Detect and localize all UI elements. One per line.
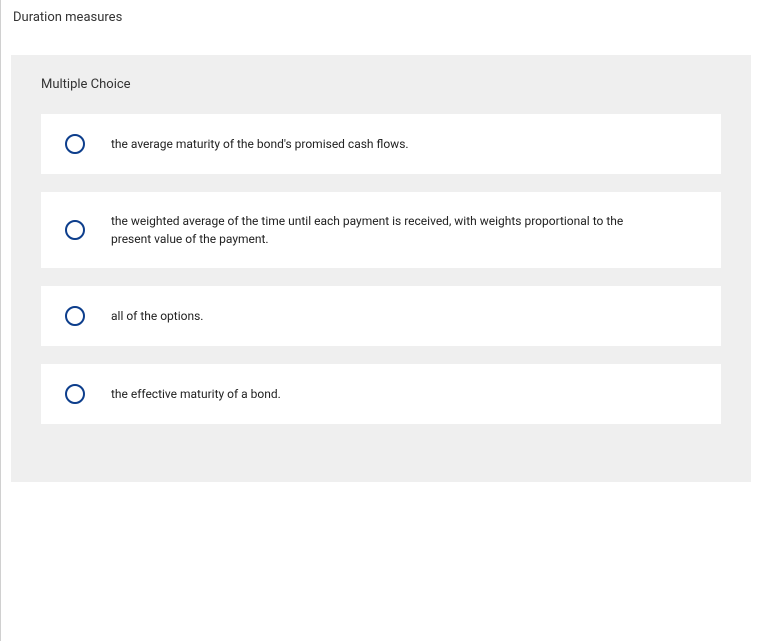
question-type-label: Multiple Choice xyxy=(11,55,751,114)
question-container: Duration measures Multiple Choice the av… xyxy=(1,0,762,482)
question-title: Duration measures xyxy=(11,10,762,25)
option-3[interactable]: all of the options. xyxy=(41,286,721,346)
radio-icon xyxy=(65,384,85,404)
radio-icon xyxy=(65,306,85,326)
multiple-choice-panel: Multiple Choice the average maturity of … xyxy=(11,55,751,482)
option-text: the weighted average of the time until e… xyxy=(111,212,641,248)
option-4[interactable]: the effective maturity of a bond. xyxy=(41,364,721,424)
option-text: the average maturity of the bond's promi… xyxy=(111,135,409,153)
option-text: all of the options. xyxy=(111,307,203,325)
options-list: the average maturity of the bond's promi… xyxy=(11,114,751,482)
radio-icon xyxy=(65,134,85,154)
option-1[interactable]: the average maturity of the bond's promi… xyxy=(41,114,721,174)
radio-icon xyxy=(65,220,85,240)
option-text: the effective maturity of a bond. xyxy=(111,385,281,403)
option-2[interactable]: the weighted average of the time until e… xyxy=(41,192,721,268)
